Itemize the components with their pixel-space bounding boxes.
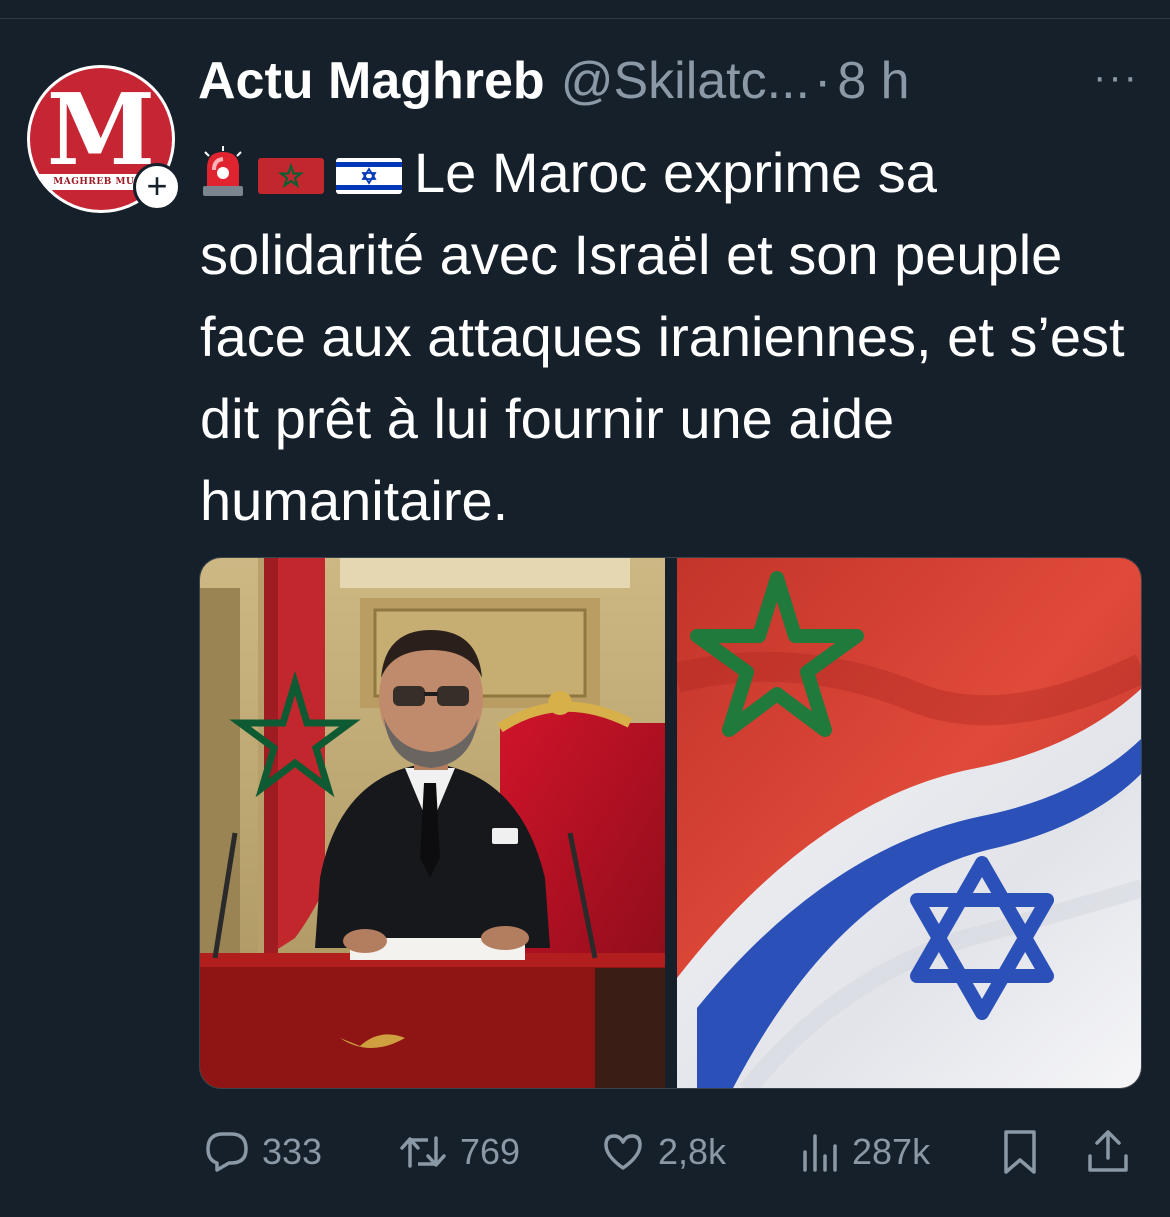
analytics-icon <box>800 1130 852 1174</box>
tweet-view: M MAGHREB MUSE + Actu Maghreb @Skilatc..… <box>0 0 1170 1217</box>
reply-icon <box>204 1130 262 1174</box>
share-icon <box>1086 1128 1142 1176</box>
bookmark-button[interactable] <box>1000 1122 1052 1182</box>
timestamp[interactable]: 8 h <box>837 51 909 111</box>
repost-count: 769 <box>460 1131 521 1172</box>
user-handle[interactable]: @Skilatc... <box>561 51 810 111</box>
like-count: 2,8k <box>658 1131 727 1172</box>
reply-count: 333 <box>262 1131 323 1172</box>
bookmark-icon <box>1000 1128 1052 1176</box>
views-count: 287k <box>852 1131 931 1172</box>
follow-plus-icon[interactable]: + <box>133 163 181 211</box>
tweet-media[interactable] <box>199 557 1142 1089</box>
media-gap <box>665 558 677 1088</box>
like-button[interactable]: 2,8k <box>600 1122 726 1182</box>
morocco-israel-flags-photo[interactable] <box>676 558 1141 1088</box>
divider <box>0 18 1170 19</box>
repost-button[interactable]: 769 <box>398 1122 520 1182</box>
display-name[interactable]: Actu Maghreb <box>198 51 545 111</box>
heart-icon <box>600 1130 658 1174</box>
israel-flag-emoji <box>336 154 402 198</box>
tweet-header: Actu Maghreb @Skilatc... · 8 h <box>198 50 1148 112</box>
tweet-text: Le Maroc exprime sa solidarité avec Isra… <box>200 132 1140 542</box>
views-button[interactable]: 287k <box>800 1122 930 1182</box>
dot-separator: · <box>813 52 832 110</box>
action-bar: 333 769 2,8k 287k <box>198 1122 1148 1182</box>
reply-button[interactable]: 333 <box>204 1122 322 1182</box>
rotating-light-emoji <box>200 146 246 198</box>
morocco-flag-emoji <box>258 154 324 198</box>
share-button[interactable] <box>1086 1122 1142 1182</box>
more-options-icon[interactable]: ··· <box>1092 57 1140 97</box>
speech-podium-photo[interactable] <box>200 558 666 1088</box>
repost-icon <box>398 1130 460 1174</box>
tweet-body-text: Le Maroc exprime sa solidarité avec Isra… <box>200 141 1125 532</box>
